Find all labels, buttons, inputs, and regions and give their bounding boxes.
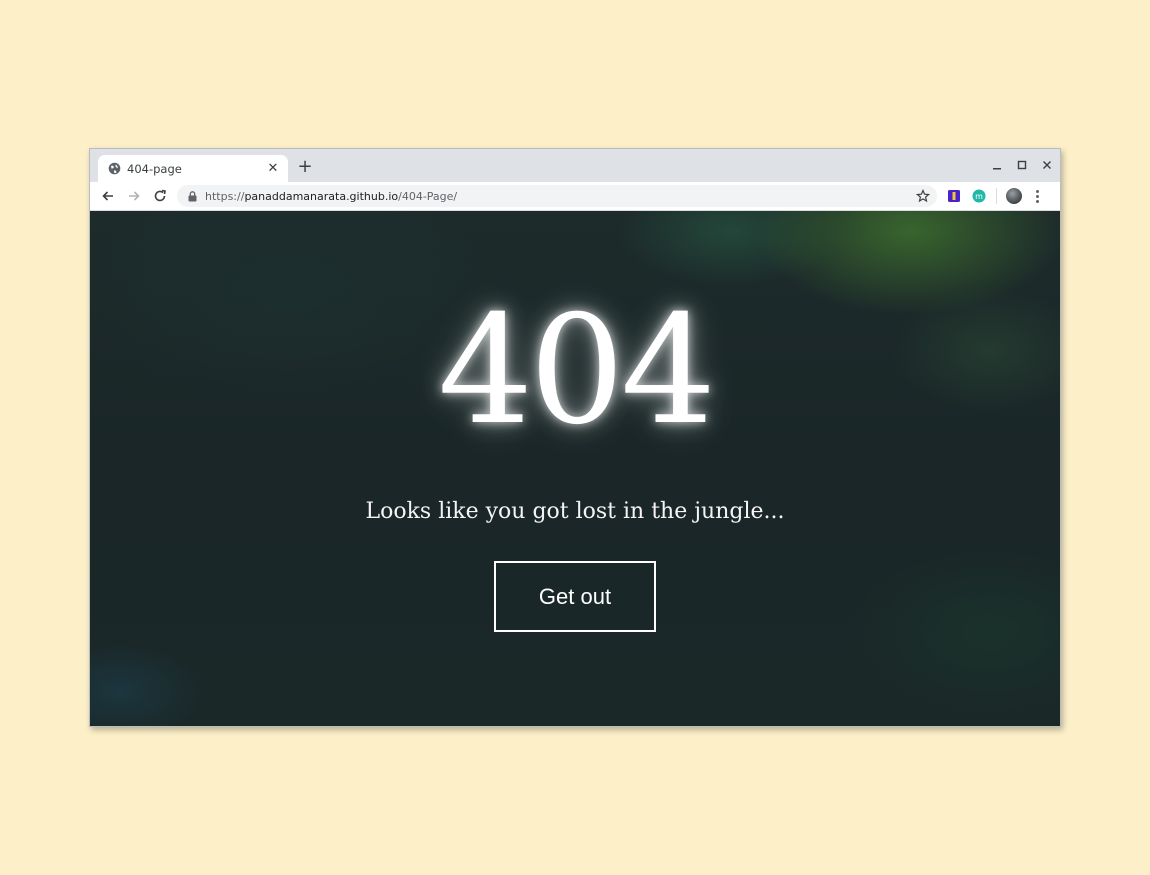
extensions-area: m xyxy=(946,185,1042,207)
svg-text:m: m xyxy=(975,192,983,201)
close-tab-icon[interactable]: ✕ xyxy=(266,162,280,176)
extension-purple-icon[interactable] xyxy=(946,188,962,204)
error-code-heading: 404 xyxy=(437,284,716,458)
url-host: panaddamanarata.github.io xyxy=(244,189,399,203)
get-out-button[interactable]: Get out xyxy=(494,561,656,632)
bookmark-star-icon[interactable] xyxy=(915,188,931,204)
menu-kebab-icon[interactable] xyxy=(1032,188,1042,204)
url-path: /404-Page/ xyxy=(398,189,458,203)
window-controls xyxy=(989,155,1054,175)
url-text: https://panaddamanarata.github.io/404-Pa… xyxy=(205,190,457,203)
profile-avatar[interactable] xyxy=(1006,188,1022,204)
new-tab-button[interactable]: + xyxy=(296,158,314,176)
back-arrow-icon[interactable] xyxy=(97,185,119,207)
minimize-icon[interactable] xyxy=(989,158,1004,173)
tab-strip: 404-page ✕ + xyxy=(90,149,1060,182)
browser-window: 404-page ✕ + https://panaddamanarata.git… xyxy=(89,148,1061,727)
tab-404-page[interactable]: 404-page ✕ xyxy=(98,155,288,182)
reload-icon[interactable] xyxy=(149,185,171,207)
url-scheme: https:// xyxy=(205,189,245,203)
close-window-icon[interactable] xyxy=(1039,158,1054,173)
globe-icon xyxy=(108,162,121,175)
forward-arrow-icon[interactable] xyxy=(123,185,145,207)
lock-icon[interactable] xyxy=(187,190,197,202)
browser-toolbar: https://panaddamanarata.github.io/404-Pa… xyxy=(90,182,1060,211)
address-bar[interactable]: https://panaddamanarata.github.io/404-Pa… xyxy=(177,185,937,207)
tab-title: 404-page xyxy=(127,161,182,176)
page-content: 404 Looks like you got lost in the jungl… xyxy=(90,211,1060,726)
maximize-icon[interactable] xyxy=(1014,158,1029,173)
toolbar-divider xyxy=(996,188,997,204)
extension-m-icon[interactable]: m xyxy=(971,188,987,204)
error-message: Looks like you got lost in the jungle... xyxy=(365,499,785,524)
